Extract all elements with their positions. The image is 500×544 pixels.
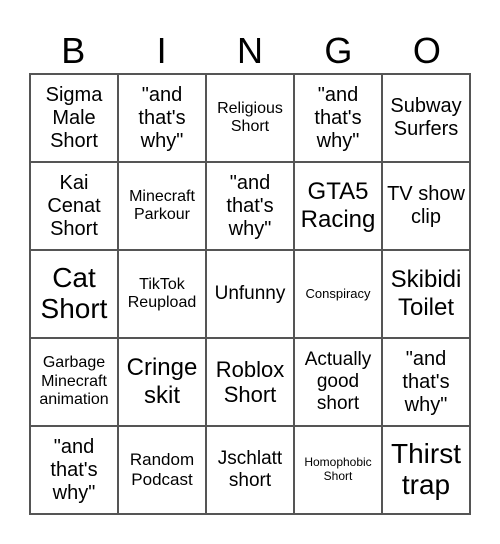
- bingo-cell[interactable]: Cat Short: [30, 250, 118, 338]
- bingo-grid: Sigma Male Short "and that's why" Religi…: [29, 73, 471, 515]
- bingo-cell[interactable]: Sigma Male Short: [30, 74, 118, 162]
- bingo-cell[interactable]: Subway Surfers: [382, 74, 470, 162]
- bingo-cell[interactable]: Jschlatt short: [206, 426, 294, 514]
- bingo-cell[interactable]: Thirst trap: [382, 426, 470, 514]
- bingo-cell[interactable]: GTA5 Racing: [294, 162, 382, 250]
- bingo-cell[interactable]: "and that's why": [382, 338, 470, 426]
- header-letter-n: N: [237, 30, 264, 71]
- bingo-cell[interactable]: Cringe skit: [118, 338, 206, 426]
- bingo-cell[interactable]: "and that's why": [30, 426, 118, 514]
- header-letter-i: I: [156, 30, 167, 71]
- bingo-cell[interactable]: Unfunny: [206, 250, 294, 338]
- bingo-cell[interactable]: Actually good short: [294, 338, 382, 426]
- bingo-cell[interactable]: "and that's why": [206, 162, 294, 250]
- header-letter-b: B: [61, 30, 86, 71]
- bingo-header: B I N G O: [29, 30, 471, 72]
- bingo-cell[interactable]: Minecraft Parkour: [118, 162, 206, 250]
- bingo-cell[interactable]: "and that's why": [118, 74, 206, 162]
- bingo-cell[interactable]: TikTok Reupload: [118, 250, 206, 338]
- bingo-cell[interactable]: Homophobic Short: [294, 426, 382, 514]
- bingo-cell[interactable]: "and that's why": [294, 74, 382, 162]
- header-letter-o: O: [412, 30, 441, 71]
- bingo-cell[interactable]: TV show clip: [382, 162, 470, 250]
- bingo-cell[interactable]: Conspiracy: [294, 250, 382, 338]
- bingo-cell[interactable]: Random Podcast: [118, 426, 206, 514]
- bingo-cell[interactable]: Roblox Short: [206, 338, 294, 426]
- header-letter-g: G: [324, 30, 353, 71]
- bingo-cell[interactable]: Kai Cenat Short: [30, 162, 118, 250]
- bingo-cell[interactable]: Skibidi Toilet: [382, 250, 470, 338]
- bingo-cell[interactable]: Religious Short: [206, 74, 294, 162]
- bingo-cell[interactable]: Garbage Minecraft animation: [30, 338, 118, 426]
